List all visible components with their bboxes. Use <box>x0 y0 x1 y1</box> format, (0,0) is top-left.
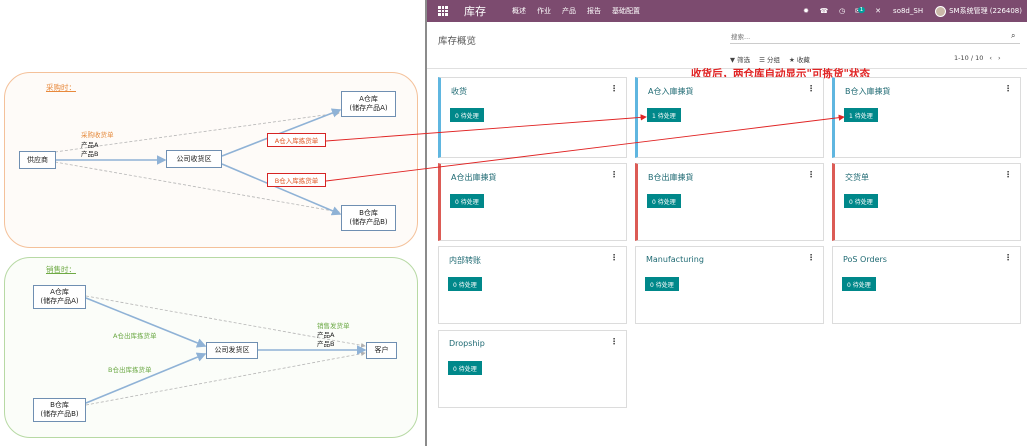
supplier-box: 供应商 <box>19 151 56 169</box>
bug-icon[interactable]: ✹ <box>797 7 815 15</box>
card-menu-icon[interactable]: ⋮ <box>807 84 815 93</box>
star-icon: ★ <box>788 56 795 64</box>
arrow-receiving-to-b <box>221 163 342 216</box>
kanban-card-a-out-pick[interactable]: A仓出庫揀貨 ⋮ 0 待处理 <box>438 163 627 241</box>
pager: 1-10 / 10 ‹ › <box>954 54 1001 62</box>
list-icon: ☰ <box>759 56 765 64</box>
product-b-label: 产品B <box>81 150 99 158</box>
card-todo-button[interactable]: 0 待处理 <box>645 277 679 291</box>
menu-reporting[interactable]: 报告 <box>587 6 601 16</box>
sales-product-a-label: 产品A <box>317 331 335 339</box>
phone-icon[interactable]: ☎ <box>815 7 833 15</box>
card-title[interactable]: Dropship <box>449 339 485 348</box>
menu-operations[interactable]: 作业 <box>537 6 551 16</box>
card-title[interactable]: 收货 <box>451 86 467 97</box>
card-todo-button[interactable]: 0 待处理 <box>647 194 681 208</box>
favorites-button[interactable]: ★ 收藏 <box>789 54 810 64</box>
sales-section-title: 销售时： <box>46 265 76 274</box>
arrow-b-to-shipping <box>85 352 207 404</box>
app-title[interactable]: 库存 <box>464 3 486 19</box>
card-menu-icon[interactable]: ⋮ <box>610 84 618 93</box>
card-todo-button[interactable]: 0 待处理 <box>844 194 878 208</box>
card-menu-icon[interactable]: ⋮ <box>807 253 815 262</box>
top-navbar: 库存 概述 作业 产品 报告 基础配置 ✹ ☎ ◷ ✉1 ✕ so8d_SH S… <box>427 0 1027 22</box>
warehouse-b-box: B仓库 (储存产品B) <box>341 205 396 231</box>
card-todo-button[interactable]: 1 待处理 <box>844 108 878 122</box>
sales-warehouse-b-box: B仓库 (储存产品B) <box>33 398 86 422</box>
purchase-receipt-label: 采购收货单 <box>81 131 114 139</box>
sales-warehouse-a-box: A仓库 (储存产品A) <box>33 285 86 309</box>
company-switcher[interactable]: so8d_SH <box>893 7 923 15</box>
menu-configuration[interactable]: 基础配置 <box>612 6 640 16</box>
card-menu-icon[interactable]: ⋮ <box>1004 84 1012 93</box>
user-menu[interactable]: SM系统管理 (226408) <box>949 6 1022 16</box>
card-todo-button[interactable]: 1 待处理 <box>647 108 681 122</box>
control-panel: 库存概览 ⌕ ▼ 筛选 ☰ 分组 ★ 收藏 1-10 / 10 ‹ › <box>427 22 1027 69</box>
search-icon[interactable]: ⌕ <box>1011 31 1015 41</box>
menu-products[interactable]: 产品 <box>562 6 576 16</box>
flow-diagram: 采购时： 销售时： 供应商 公司收货区 A仓库 (储存产品A) B仓库 (储存产… <box>0 0 425 446</box>
card-menu-icon[interactable]: ⋮ <box>610 253 618 262</box>
card-title[interactable]: Manufacturing <box>646 255 704 264</box>
card-todo-button[interactable]: 0 待处理 <box>842 277 876 291</box>
sales-delivery-label: 销售发货单 <box>317 322 350 330</box>
menu-overview[interactable]: 概述 <box>512 6 526 16</box>
kanban-card-a-in-pick[interactable]: A仓入庫揀貨 ⋮ 1 待处理 <box>635 77 824 158</box>
receiving-area-box: 公司收货区 <box>166 150 222 168</box>
card-title[interactable]: 交货单 <box>845 172 869 183</box>
clock-icon[interactable]: ◷ <box>833 7 851 15</box>
a-outbound-pick-label: A仓出库拣货单 <box>113 332 157 340</box>
card-menu-icon[interactable]: ⋮ <box>610 170 618 179</box>
dashed-supplier-to-b <box>54 161 340 214</box>
kanban-card-pos-orders[interactable]: PoS Orders ⋮ 0 待处理 <box>832 246 1021 324</box>
a-inbound-pick-label: A仓入库拣货单 <box>267 133 326 147</box>
product-a-label: 产品A <box>81 141 99 149</box>
pager-value[interactable]: 1-10 / 10 <box>954 54 983 62</box>
warehouse-a-box: A仓库 (储存产品A) <box>341 91 396 117</box>
chat-count-badge: 1 <box>857 7 866 13</box>
pager-previous-icon[interactable]: ‹ <box>989 54 992 62</box>
card-title[interactable]: A仓入庫揀貨 <box>648 86 693 97</box>
b-outbound-pick-label: B仓出库拣货单 <box>108 366 152 374</box>
card-todo-button[interactable]: 0 待处理 <box>450 194 484 208</box>
search-options: ▼ 筛选 ☰ 分组 ★ 收藏 <box>730 54 810 64</box>
filters-button[interactable]: ▼ 筛选 <box>730 54 750 64</box>
navbar-systray: ✹ ☎ ◷ ✉1 ✕ so8d_SH SM系统管理 (226408) <box>797 0 1022 22</box>
card-title[interactable]: PoS Orders <box>843 255 887 264</box>
card-todo-button[interactable]: 0 待处理 <box>448 361 482 375</box>
card-title[interactable]: B仓入庫揀貨 <box>845 86 891 97</box>
b-inbound-pick-label: B仓入库拣货单 <box>267 173 326 187</box>
pager-next-icon[interactable]: › <box>998 54 1001 62</box>
kanban-card-b-in-pick[interactable]: B仓入庫揀貨 ⋮ 1 待处理 <box>832 77 1021 158</box>
dashed-b-to-customer <box>85 351 366 406</box>
kanban-card-b-out-pick[interactable]: B仓出庫揀貨 ⋮ 0 待处理 <box>635 163 824 241</box>
apps-grid-icon[interactable] <box>438 6 448 16</box>
search-input[interactable] <box>730 31 1020 44</box>
kanban-card-delivery[interactable]: 交货单 ⋮ 0 待处理 <box>832 163 1021 241</box>
card-title[interactable]: A仓出庫揀貨 <box>451 172 496 183</box>
breadcrumb: 库存概览 <box>438 36 477 47</box>
card-menu-icon[interactable]: ⋮ <box>1004 170 1012 179</box>
kanban-card-internal[interactable]: 内部转账 ⋮ 0 待处理 <box>438 246 627 324</box>
card-title[interactable]: B仓出庫揀貨 <box>648 172 694 183</box>
chat-icon[interactable]: ✉1 <box>851 7 869 15</box>
sales-product-b-label: 产品B <box>317 340 335 348</box>
card-menu-icon[interactable]: ⋮ <box>1004 253 1012 262</box>
inventory-app: 库存 概述 作业 产品 报告 基础配置 ✹ ☎ ◷ ✉1 ✕ so8d_SH S… <box>427 0 1027 446</box>
card-menu-icon[interactable]: ⋮ <box>807 170 815 179</box>
card-todo-button[interactable]: 0 待处理 <box>448 277 482 291</box>
shipping-area-box: 公司发货区 <box>206 342 258 359</box>
kanban-card-dropship[interactable]: Dropship ⋮ 0 待处理 <box>438 330 627 408</box>
customer-box: 客户 <box>366 342 397 359</box>
purchase-section-title: 采购时： <box>46 83 76 92</box>
tools-icon[interactable]: ✕ <box>869 7 887 15</box>
kanban-card-manufacturing[interactable]: Manufacturing ⋮ 0 待处理 <box>635 246 824 324</box>
user-avatar[interactable] <box>935 5 947 17</box>
card-menu-icon[interactable]: ⋮ <box>610 337 618 346</box>
groupby-button[interactable]: ☰ 分组 <box>759 54 780 64</box>
card-todo-button[interactable]: 0 待处理 <box>450 108 484 122</box>
card-title[interactable]: 内部转账 <box>449 255 481 266</box>
kanban-card-receipts[interactable]: 收货 ⋮ 0 待处理 <box>438 77 627 158</box>
filter-icon: ▼ <box>730 56 735 64</box>
